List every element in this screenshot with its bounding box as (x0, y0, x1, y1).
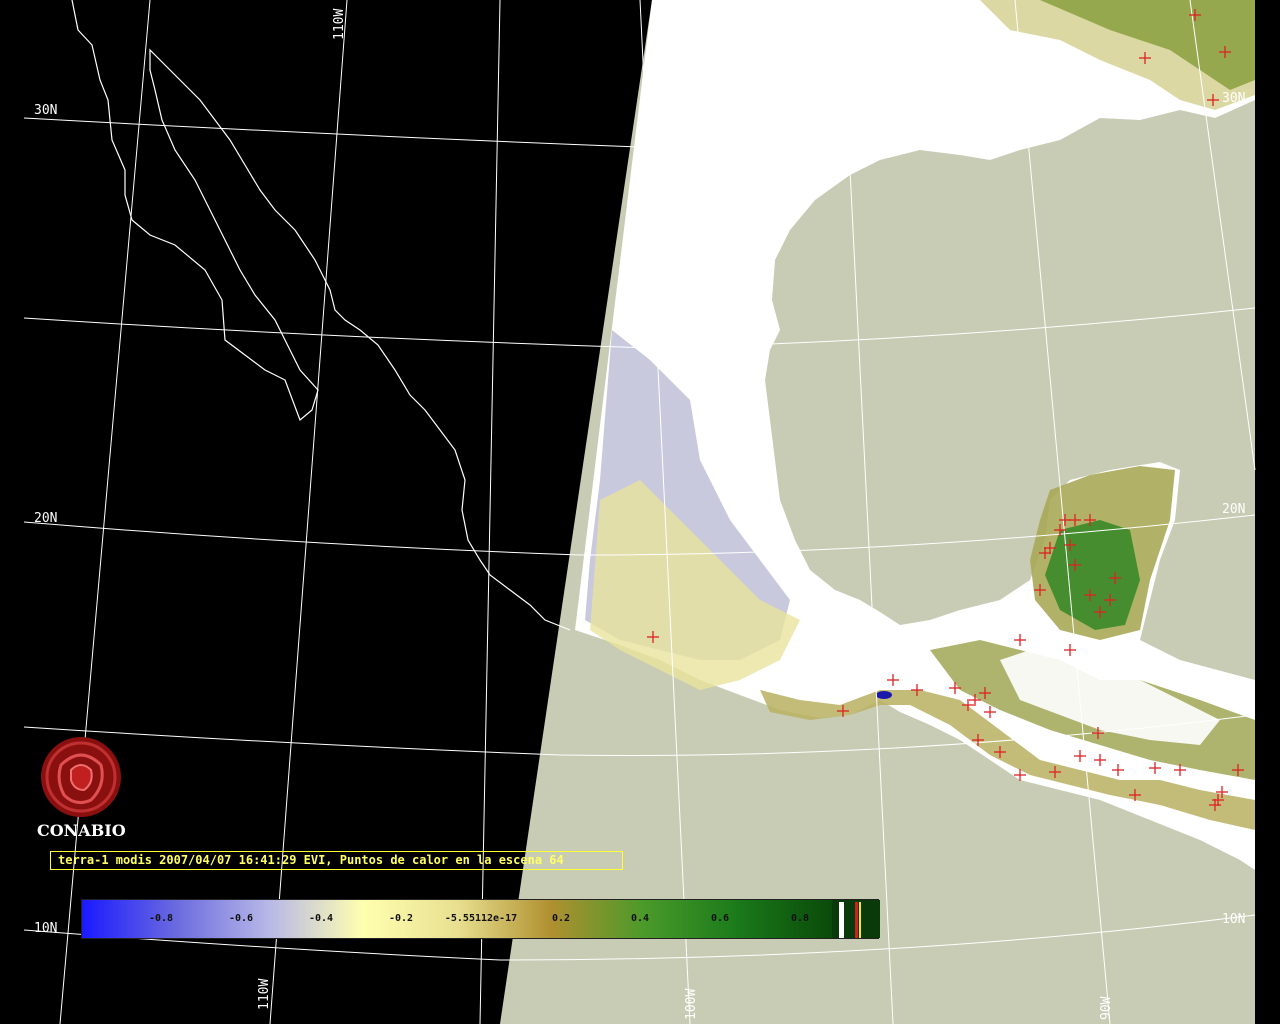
legend-tick-label: 0.4 (630, 913, 650, 924)
lon-label-90w-bottom: 90W (1099, 996, 1114, 1020)
lat-label-30n: 30N (34, 103, 57, 118)
legend-tick-label: -0.4 (308, 913, 334, 924)
lat-label-10n: 10N (34, 921, 57, 936)
legend-marker (855, 902, 858, 938)
legend-marker (859, 902, 861, 938)
lon-label-100w-bottom: 100W (684, 989, 699, 1020)
legend-tick-label: -0.2 (388, 913, 414, 924)
institution-label: CONABIO (37, 821, 126, 840)
legend-marker (839, 902, 844, 938)
legend-tick-label: 0.2 (551, 913, 571, 924)
evi-color-legend: -0.8 -0.6 -0.4 -0.2 -5.55112e-17 0.2 0.4 0.6 0.8 (81, 899, 880, 939)
lon-label-110w-bottom: 110W (257, 979, 272, 1010)
lat-label-20n: 20N (34, 511, 57, 526)
lagoon (876, 691, 892, 699)
legend-tick-label: 0.8 (790, 913, 810, 924)
legend-tick-label: 0.6 (710, 913, 730, 924)
lon-label-110w-top: 110W (332, 9, 347, 40)
legend-tick-label: -0.6 (228, 913, 254, 924)
legend-tick-label: -5.55112e-17 (444, 913, 518, 924)
lat-label-30n-east: 30N (1222, 91, 1245, 106)
conabio-logo-icon (41, 737, 121, 817)
lat-label-10n-east: 10N (1222, 912, 1245, 927)
legend-tick-label: -0.8 (148, 913, 174, 924)
satellite-map: 30N 20N 10N 20N 10N 30N 110W 110W 100W 9… (0, 0, 1280, 1024)
lat-label-20n-east: 20N (1222, 502, 1245, 517)
scene-caption: terra-1 modis 2007/04/07 16:41:29 EVI, P… (50, 851, 623, 870)
